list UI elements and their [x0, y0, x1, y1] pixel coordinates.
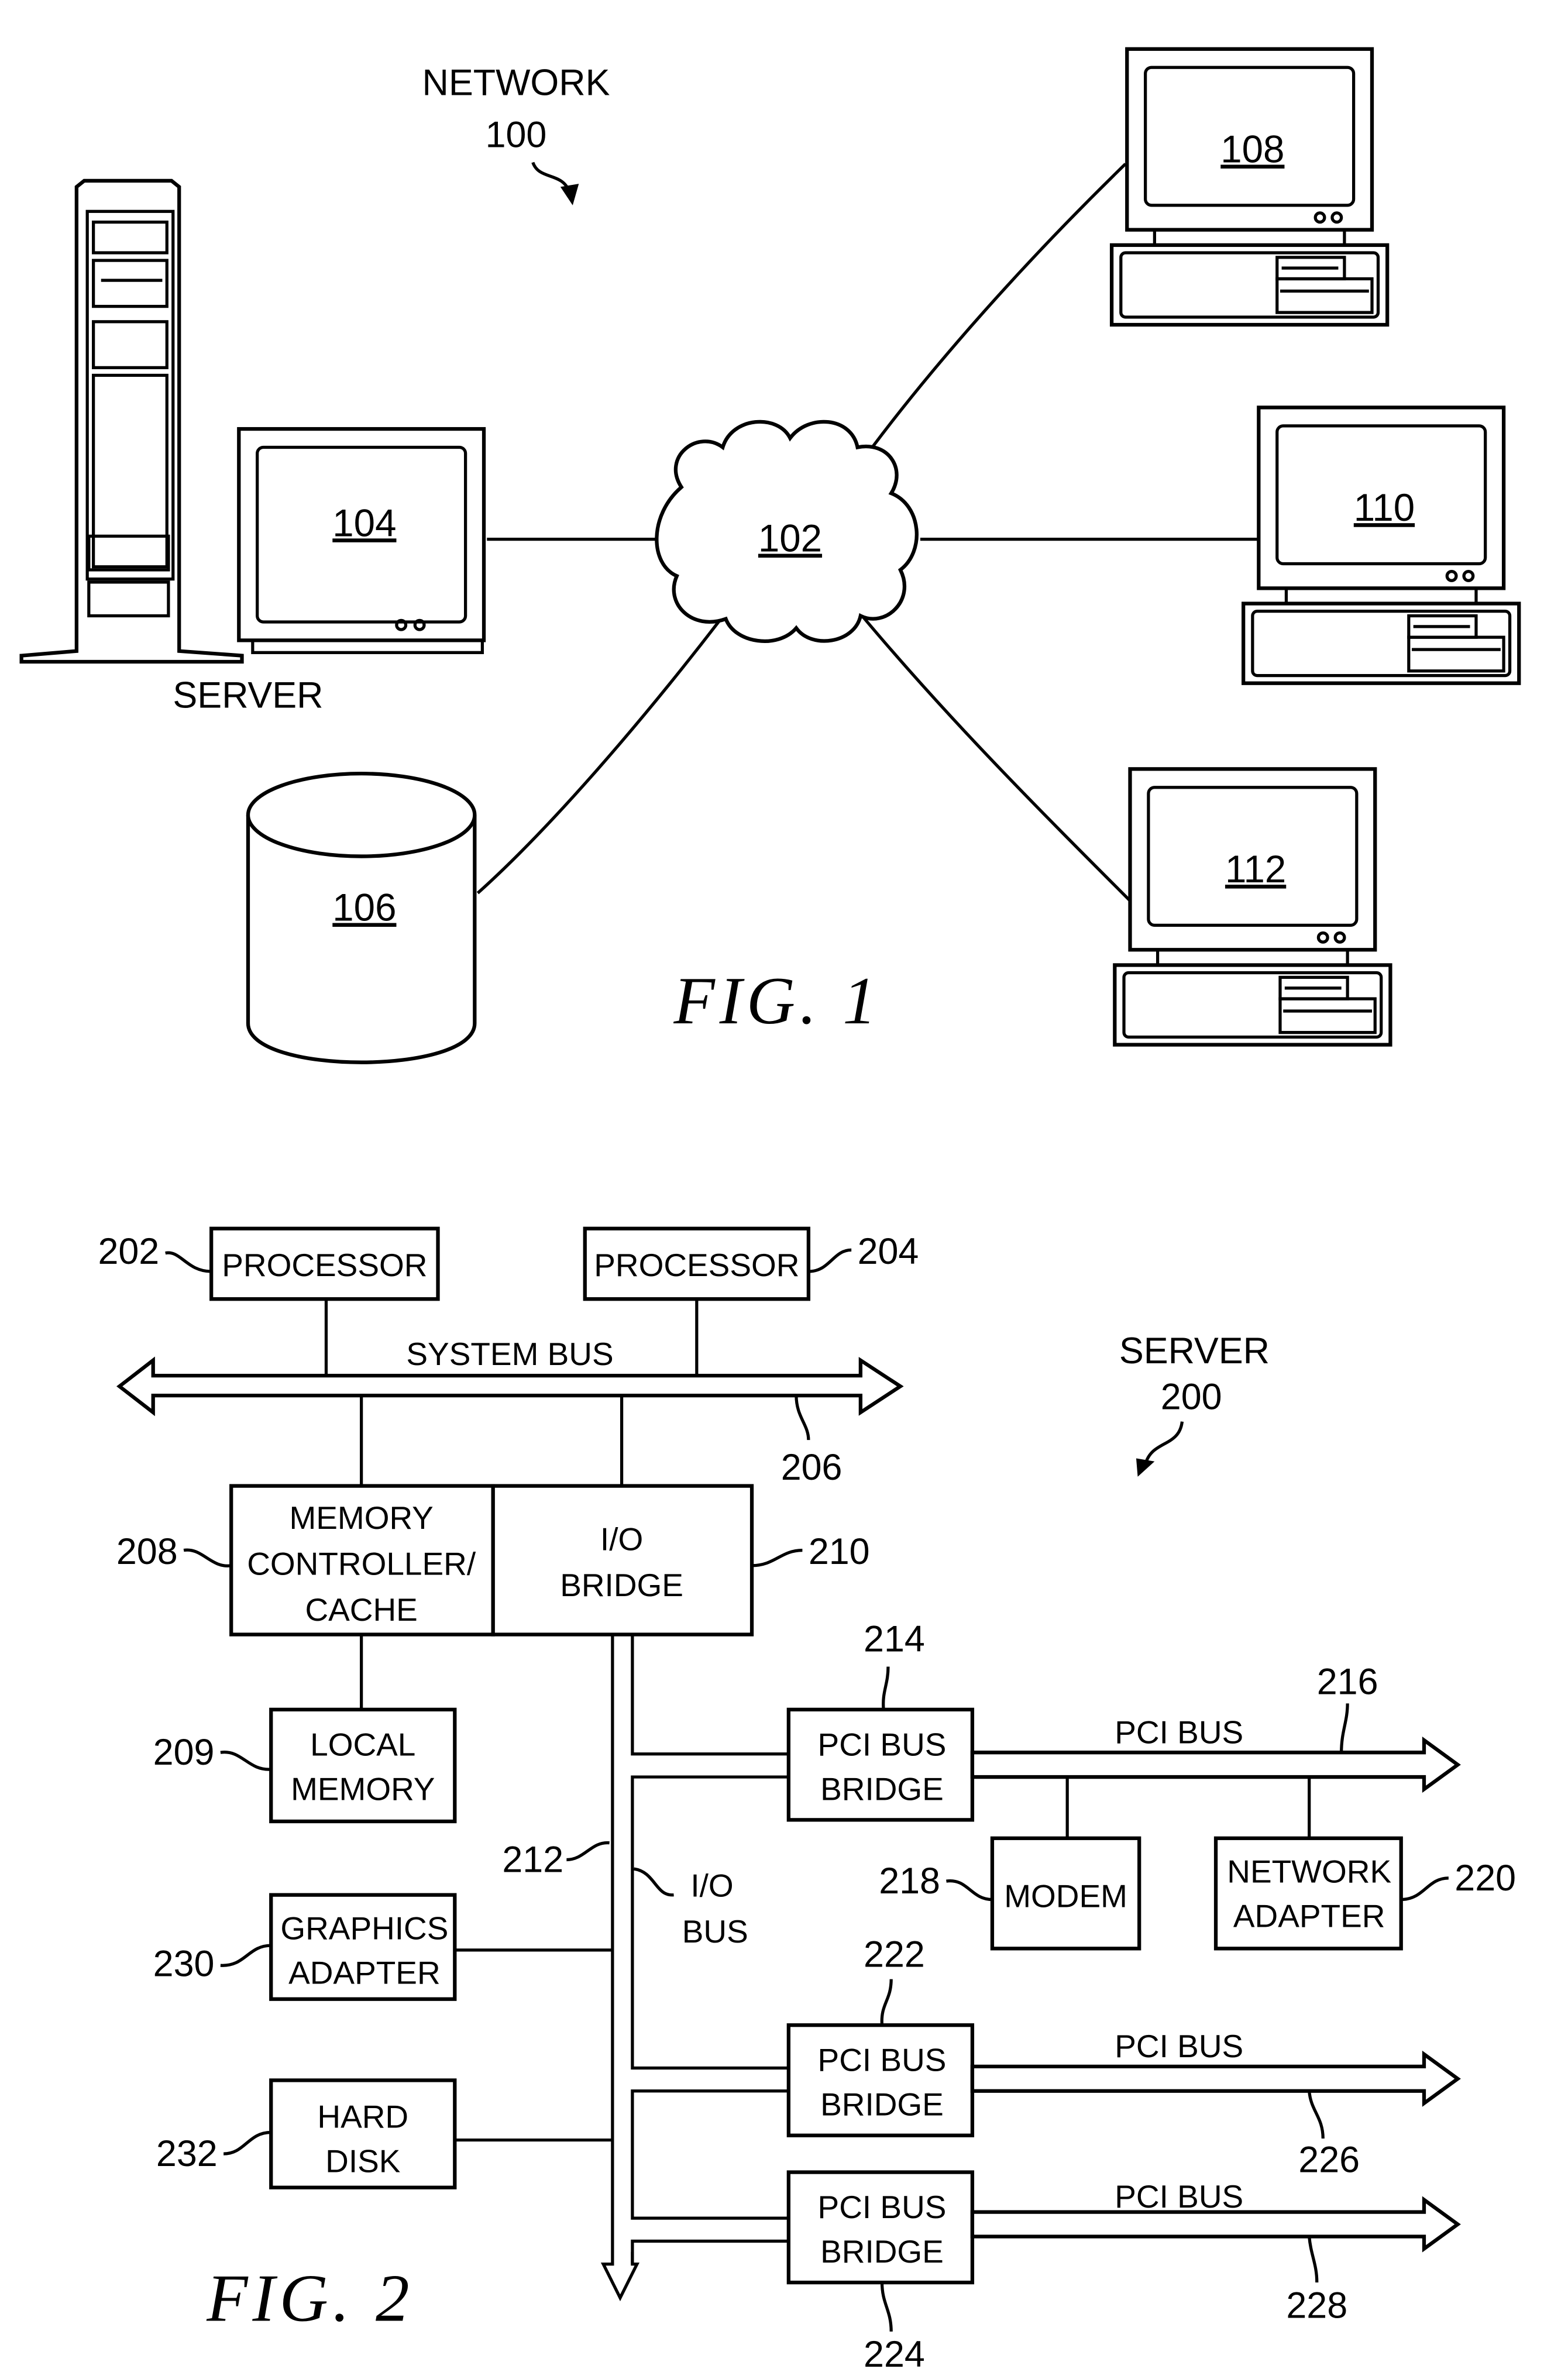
leader-208	[183, 1548, 232, 1567]
memory-controller-line-1: MEMORY	[289, 1500, 433, 1536]
client-112-icon: 112	[1115, 769, 1390, 1044]
leader-204	[808, 1248, 852, 1273]
network-adapter-line-1: NETWORK	[1227, 1854, 1391, 1890]
server-200-ref: 200	[1161, 1377, 1222, 1418]
leader-232	[223, 2130, 271, 2155]
arrowhead-icon	[560, 184, 579, 205]
patent-drawing-sheet: NETWORK 100 104 SERVER 102 106 108 110 1…	[19, 0, 1568, 2375]
pci-bus-228-label: PCI BUS	[1115, 2178, 1243, 2215]
io-bus-branch-214-top	[631, 1634, 789, 1756]
server-monitor-104: 104	[237, 427, 486, 654]
ref-208: 208	[116, 1531, 178, 1572]
io-bus-branch-224-bottom	[631, 2239, 789, 2264]
graphics-adapter-line-1: GRAPHICS	[280, 1910, 448, 1947]
leader-220	[1401, 1876, 1449, 1902]
pci-bridge-214-line-2: BRIDGE	[820, 1771, 944, 1807]
processor-204-label: PROCESSOR	[594, 1247, 799, 1283]
io-bridge-line-2: BRIDGE	[560, 1567, 683, 1603]
ref-102: 102	[758, 517, 822, 560]
ref-220: 220	[1454, 1858, 1516, 1899]
figure-2: SERVER 200 PROCESSOR 202 PROCESSOR 204 S…	[98, 1226, 1516, 2375]
leader-214	[882, 1666, 890, 1710]
leader-218	[946, 1879, 993, 1902]
leader-222	[880, 1979, 893, 2026]
leader-228	[1308, 2236, 1319, 2283]
network-adapter-line-2: ADAPTER	[1233, 1898, 1385, 1934]
ref-226: 226	[1298, 2140, 1360, 2181]
pci-bus-226-label: PCI BUS	[1115, 2028, 1243, 2064]
modem-label: MODEM	[1004, 1878, 1127, 1914]
server-label: SERVER	[173, 675, 323, 716]
ref-222: 222	[864, 1934, 925, 1975]
ref-209: 209	[153, 1732, 215, 1773]
io-bus-line-1: I/O	[690, 1867, 733, 1903]
ref-228: 228	[1286, 2285, 1347, 2326]
ref-224: 224	[864, 2334, 925, 2375]
leader-206	[795, 1395, 810, 1441]
leader-212	[566, 1841, 610, 1862]
figure-1: NETWORK 100 104 SERVER 102 106 108 110 1…	[19, 49, 1519, 1064]
leader-202	[165, 1251, 212, 1273]
network-cloud-icon: 102	[655, 420, 919, 643]
ref-212: 212	[502, 1839, 563, 1880]
network-label: NETWORK	[422, 62, 610, 103]
graphics-adapter-line-2: ADAPTER	[288, 1955, 441, 1991]
pci-bus-216-label: PCI BUS	[1115, 1714, 1243, 1750]
link-102-112	[861, 614, 1132, 902]
io-bridge-box	[491, 1484, 754, 1637]
figure-2-caption: FIG. 2	[206, 2260, 414, 2335]
memory-controller-line-2: CONTROLLER/	[247, 1545, 476, 1582]
leader-210	[751, 1548, 803, 1567]
ref-104: 104	[332, 501, 396, 544]
leader-224	[880, 2282, 893, 2332]
link-102-106	[476, 619, 721, 895]
pci-bridge-214-line-1: PCI BUS	[818, 1726, 947, 1762]
ref-106: 106	[332, 886, 396, 929]
leader-230	[220, 1944, 271, 1967]
io-bridge-line-1: I/O	[600, 1521, 643, 1558]
io-bus-line-2: BUS	[682, 1913, 748, 1950]
client-108-icon: 108	[1112, 49, 1387, 325]
local-memory-line-1: LOCAL	[310, 1726, 415, 1762]
pci-bridge-222-line-1: PCI BUS	[818, 2042, 947, 2078]
ref-110: 110	[1354, 486, 1415, 529]
ref-218: 218	[879, 1861, 940, 1902]
client-110-icon: 110	[1243, 407, 1519, 683]
hard-disk-line-1: HARD	[317, 2099, 408, 2135]
ref-112: 112	[1225, 848, 1286, 891]
memory-controller-line-3: CACHE	[305, 1591, 417, 1628]
ref-230: 230	[153, 1943, 215, 1984]
leader-226	[1308, 2091, 1325, 2139]
io-bus-branch-224	[631, 2089, 789, 2220]
leader-io-bus	[633, 1867, 674, 1897]
hard-disk-line-2: DISK	[325, 2143, 401, 2179]
storage-cylinder-icon: 106	[246, 772, 477, 1064]
ref-216: 216	[1317, 1662, 1378, 1703]
leader-216	[1340, 1703, 1349, 1753]
pci-bridge-224-line-2: BRIDGE	[820, 2233, 944, 2270]
server-tower-icon	[19, 178, 244, 664]
system-bus-label: SYSTEM BUS	[406, 1336, 613, 1372]
network-ref: 100	[486, 114, 547, 155]
server-200-label: SERVER	[1119, 1331, 1270, 1371]
ref-204: 204	[858, 1231, 919, 1272]
ref-108: 108	[1220, 128, 1284, 171]
processor-202-label: PROCESSOR	[222, 1247, 427, 1283]
server-200-leader	[1144, 1421, 1184, 1465]
ref-206: 206	[781, 1447, 843, 1488]
leader-209	[220, 1751, 271, 1771]
figure-1-caption: FIG. 1	[673, 963, 881, 1038]
link-102-108	[856, 163, 1127, 469]
pci-bridge-222-line-2: BRIDGE	[820, 2086, 944, 2123]
arrowhead-icon	[1136, 1458, 1155, 1477]
ref-232: 232	[156, 2133, 218, 2174]
ref-202: 202	[98, 1231, 159, 1272]
ref-214: 214	[864, 1618, 925, 1659]
ref-210: 210	[809, 1531, 870, 1572]
local-memory-line-2: MEMORY	[291, 1771, 435, 1807]
pci-bridge-224-line-1: PCI BUS	[818, 2189, 947, 2225]
